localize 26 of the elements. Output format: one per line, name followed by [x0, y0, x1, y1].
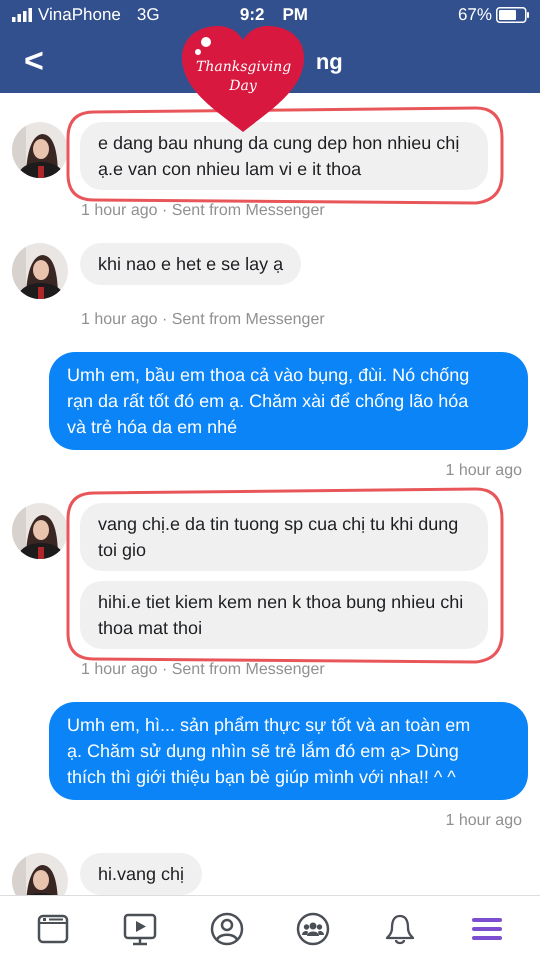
- signal-icon: [12, 8, 34, 22]
- back-button[interactable]: <: [24, 42, 44, 81]
- groups-icon: [296, 912, 330, 946]
- conversation-title: ng: [316, 48, 343, 74]
- message-timestamp: 1 hour ago: [444, 812, 523, 830]
- message-bubble: Umh em, hì... sản phẩm thực sự tốt và an toàn em ạ. Chăm sử dụng nhìn sẽ trẻ lắm đó em ạ> Dùng thích thì giới thiệu bạn bè giúp mình với nha!! ^ ^: [49, 702, 528, 800]
- message-bubble: khi nao e het e se lay ạ: [80, 243, 302, 285]
- message-bubble: hihi.e tiet kiem kem nen k thoa bung nhieu chi thoa mat thoi: [80, 581, 488, 649]
- sticker-text: Thanksgiving Day: [196, 58, 290, 96]
- carrier-name: VinaPhone: [38, 5, 121, 25]
- message-bubble: Umh em, bầu em thoa cả vào bụng, đùi. Nó chống rạn da rất tốt đó em ạ. Chăm xài để chống lão hóa và trẻ hóa da em nhé: [49, 352, 528, 450]
- status-time: 9:2: [240, 5, 264, 25]
- message-bubble: vang chị.e da tin tuong sp cua chị tu khi dung toi gio: [80, 503, 488, 571]
- news-feed-icon: [36, 912, 70, 946]
- message-bubble: e dang bau nhung da cung dep hon nhieu chị ạ.e van con nhieu lam vi e it thoa: [80, 122, 488, 190]
- video-icon: [122, 912, 157, 946]
- message-timestamp: 1 hour ago · Sent from Messenger: [81, 311, 326, 329]
- message-timestamp: 1 hour ago · Sent from Messenger: [81, 202, 326, 220]
- battery-icon: [496, 7, 530, 23]
- profile-icon: [210, 912, 244, 946]
- battery-percent: 67%: [458, 5, 492, 25]
- message-timestamp: 1 hour ago: [444, 462, 523, 480]
- status-time: PM: [282, 5, 308, 25]
- network-type: 3G: [136, 5, 160, 25]
- message-timestamp: 1 hour ago · Sent from Messenger: [81, 661, 326, 679]
- message-bubble: hi.vang chị: [80, 853, 202, 895]
